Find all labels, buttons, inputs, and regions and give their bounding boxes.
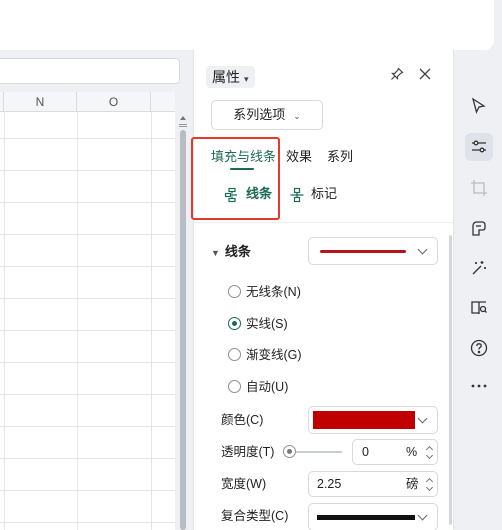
- radio-gradient-line[interactable]: 渐变线(G): [228, 345, 302, 365]
- panel-scrollbar[interactable]: [449, 235, 452, 525]
- spreadsheet-area: N O: [0, 50, 192, 530]
- more-icon: [471, 384, 487, 388]
- color-select[interactable]: [308, 406, 438, 434]
- vertical-scrollbar[interactable]: [177, 112, 189, 530]
- formula-input[interactable]: [0, 58, 180, 84]
- radio-auto[interactable]: 自动(U): [228, 377, 288, 397]
- series-option-select[interactable]: 系列选项 ⌄: [211, 100, 323, 130]
- highlight-annotation-box: [191, 137, 280, 220]
- column-header-n[interactable]: N: [4, 92, 77, 112]
- radio-no-line-label: 无线条(N): [246, 285, 301, 299]
- compound-type-label: 复合类型(C): [221, 509, 289, 523]
- magic-button[interactable]: [465, 254, 493, 282]
- crop-icon: [471, 180, 487, 196]
- scroll-split-icon[interactable]: [179, 124, 187, 125]
- column-header-o[interactable]: O: [77, 92, 151, 112]
- radio-button[interactable]: [228, 285, 241, 299]
- radio-solid-line-label: 实线(S): [246, 317, 288, 331]
- select-tool-button[interactable]: [465, 92, 493, 120]
- line-style-sample: [320, 250, 406, 253]
- cursor-icon: [471, 97, 486, 114]
- chevron-down-icon: [417, 510, 428, 521]
- properties-button[interactable]: [465, 133, 493, 161]
- panel-title: 属性: [212, 69, 240, 85]
- chevron-down-icon: [417, 244, 428, 255]
- tab-effect[interactable]: 效果: [286, 147, 312, 167]
- color-swatch: [313, 411, 415, 429]
- radio-button[interactable]: [228, 380, 241, 394]
- grid-line: [0, 362, 175, 363]
- line-section-header[interactable]: ▼ 线条: [211, 242, 251, 262]
- grid-line: [77, 112, 78, 530]
- grid-line: [0, 234, 175, 235]
- right-sidebar: [453, 50, 502, 530]
- grid-line: [0, 426, 175, 427]
- style-icon: [472, 221, 486, 236]
- marker-icon: [290, 187, 304, 202]
- grid-line: [0, 330, 175, 331]
- transparency-unit: %: [406, 445, 418, 459]
- grid-line: [0, 202, 175, 203]
- subtab-marker-label: 标记: [311, 186, 338, 201]
- chevron-down-icon: [417, 413, 428, 424]
- scroll-thumb[interactable]: [180, 130, 186, 530]
- panel-title-dropdown[interactable]: 属性 ▾: [206, 66, 255, 88]
- compound-type-select[interactable]: [308, 503, 438, 530]
- radio-button-checked[interactable]: [228, 317, 241, 331]
- property-panel: 属性 ▾ 系列选项 ⌄ 填充与线条 效果 系列 线条 标记 ▼ 线条 无线条(N) 实…: [191, 50, 454, 530]
- grid-line: [151, 112, 152, 530]
- help-icon: [470, 339, 488, 357]
- cell-grid[interactable]: N O: [0, 92, 175, 530]
- style-button[interactable]: [465, 215, 493, 243]
- grid-line: [0, 394, 175, 395]
- transparency-slider-handle[interactable]: [283, 445, 296, 458]
- transparency-stepper[interactable]: 0 %: [352, 439, 438, 465]
- help-button[interactable]: [465, 334, 493, 362]
- grid-line: [4, 112, 5, 530]
- column-header-row: N O: [0, 92, 175, 112]
- line-section-title: 线条: [224, 244, 251, 259]
- width-unit: 磅: [406, 477, 419, 491]
- scroll-up-icon[interactable]: [180, 116, 186, 120]
- grid-line: [0, 298, 175, 299]
- book-icon: [471, 301, 487, 315]
- chevron-down-icon[interactable]: [425, 451, 434, 460]
- grid-line: [0, 490, 175, 491]
- toolbar-area: [0, 0, 494, 50]
- line-style-select[interactable]: [308, 237, 438, 265]
- grid-line: [0, 522, 175, 523]
- width-label: 宽度(W): [221, 477, 267, 491]
- radio-button[interactable]: [228, 348, 241, 362]
- width-value[interactable]: 2.25: [317, 472, 341, 496]
- radio-gradient-line-label: 渐变线(G): [246, 348, 302, 362]
- compound-type-sample: [317, 515, 415, 520]
- grid-line: [0, 138, 175, 139]
- chevron-down-icon: ⌄: [293, 111, 301, 121]
- pin-icon[interactable]: [390, 67, 404, 81]
- more-button[interactable]: [465, 372, 493, 400]
- collapse-triangle-icon: ▼: [211, 248, 220, 258]
- transparency-value[interactable]: 0: [362, 440, 369, 464]
- chevron-down-icon: ▾: [244, 74, 249, 84]
- grid-line: [0, 458, 175, 459]
- close-icon[interactable]: [418, 67, 432, 81]
- width-stepper[interactable]: 2.25 磅: [308, 471, 438, 497]
- transparency-label: 透明度(T): [221, 445, 275, 459]
- properties-icon: [472, 140, 486, 153]
- series-option-label: 系列选项: [233, 107, 286, 122]
- tab-series[interactable]: 系列: [327, 147, 353, 167]
- crop-button[interactable]: [465, 174, 493, 202]
- chevron-down-icon[interactable]: [425, 483, 434, 492]
- subtab-marker[interactable]: 标记: [289, 183, 337, 205]
- color-label: 颜色(C): [221, 413, 264, 427]
- grid-line: [0, 170, 175, 171]
- divider: [194, 222, 454, 223]
- radio-no-line[interactable]: 无线条(N): [228, 282, 301, 302]
- grid-line: [0, 266, 175, 267]
- column-header[interactable]: [151, 92, 175, 112]
- magic-icon: [472, 261, 486, 275]
- radio-solid-line[interactable]: 实线(S): [228, 314, 288, 334]
- radio-auto-label: 自动(U): [246, 380, 289, 394]
- book-button[interactable]: [465, 294, 493, 322]
